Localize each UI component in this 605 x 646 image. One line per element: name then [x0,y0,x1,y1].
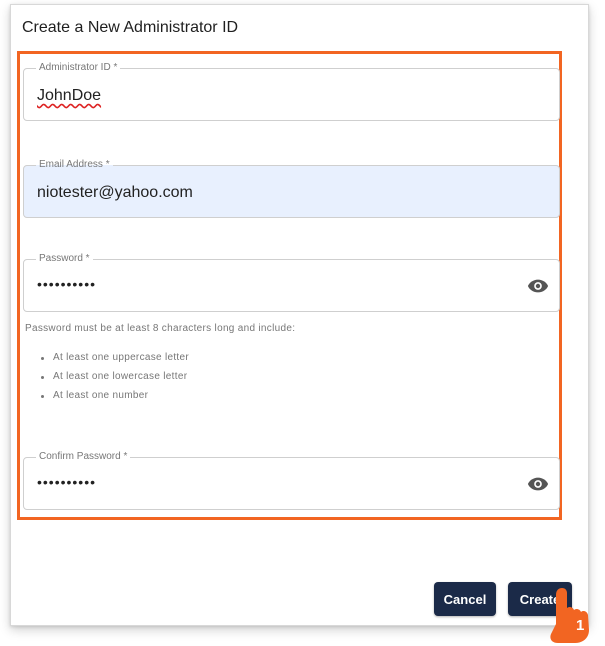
administrator-id-value: JohnDoe [37,87,102,104]
eye-icon[interactable] [527,277,549,295]
email-address-field[interactable]: Email Address * niotester@yahoo.com [23,159,560,218]
eye-icon[interactable] [527,475,549,493]
password-label: Password * [36,253,93,265]
confirm-password-field[interactable]: Confirm Password * •••••••••• [23,451,560,510]
password-hint: Password must be at least 8 characters l… [25,323,296,334]
password-value: •••••••••• [37,276,97,292]
administrator-id-field[interactable]: Administrator ID * JohnDoe [23,62,560,121]
password-field[interactable]: Password * •••••••••• [23,253,560,312]
list-item: At least one lowercase letter [39,371,189,390]
email-address-label: Email Address * [36,159,113,171]
password-requirements-list: At least one uppercase letter At least o… [39,352,189,409]
create-admin-dialog: Create a New Administrator ID Administra… [10,4,589,626]
dialog-title: Create a New Administrator ID [22,19,239,36]
list-item: At least one number [39,390,189,409]
confirm-password-label: Confirm Password * [36,451,131,463]
confirm-password-value: •••••••••• [37,474,97,490]
administrator-id-label: Administrator ID * [36,62,121,74]
list-item: At least one uppercase letter [39,352,189,371]
step-number-badge: 1 [576,617,585,634]
email-address-value: niotester@yahoo.com [37,184,193,201]
cancel-button[interactable]: Cancel [434,582,496,616]
pointer-cursor-icon [550,588,589,643]
